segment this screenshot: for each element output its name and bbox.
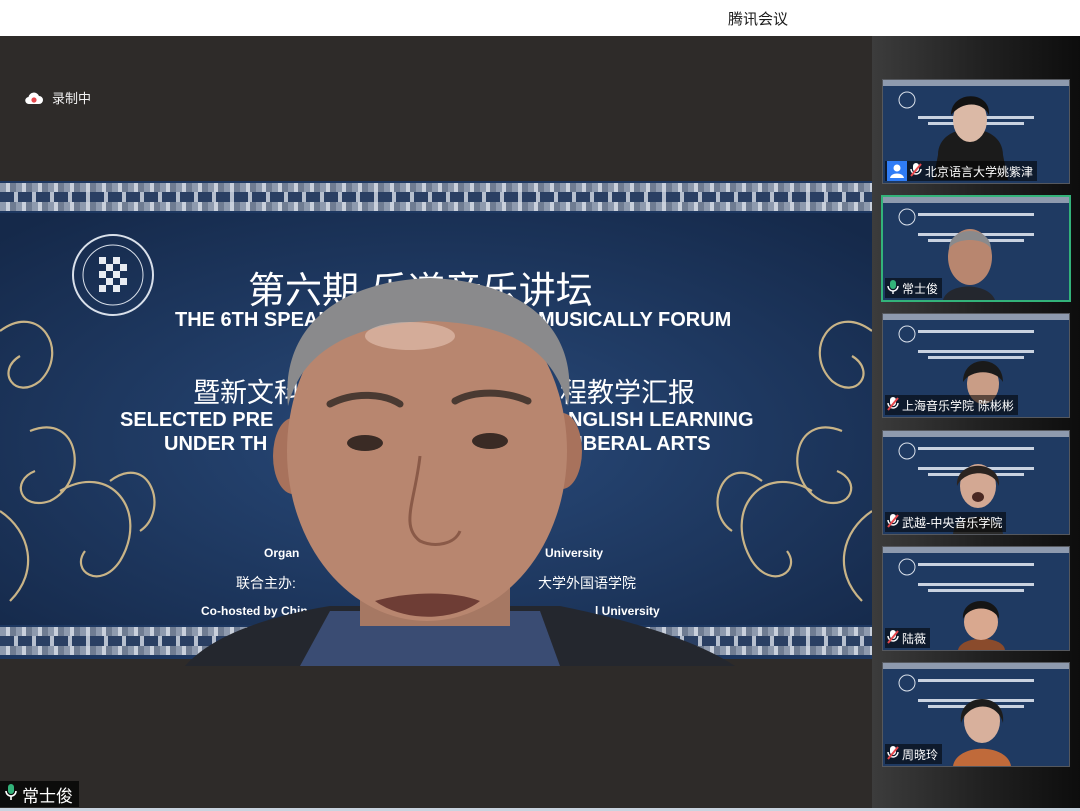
- participant-name: 陆薇: [902, 631, 927, 646]
- participant-tile[interactable]: 陆薇: [882, 546, 1070, 651]
- participant-name-bar: 北京语言大学姚紫津: [885, 161, 1038, 181]
- mic-on-icon: [4, 783, 18, 806]
- main-speaker-name-badge: 常士俊: [0, 781, 79, 807]
- participant-name-bar: 上海音乐学院 陈彬彬: [885, 395, 1018, 415]
- user-avatar-icon: [887, 161, 907, 181]
- participant-name: 上海音乐学院 陈彬彬: [902, 398, 1014, 413]
- mic-on-icon: [887, 279, 899, 298]
- participant-name: 常士俊: [902, 281, 939, 296]
- participant-name: 北京语言大学姚紫津: [925, 164, 1034, 179]
- participant-sidebar[interactable]: 北京语言大学姚紫津 常士俊 上海音乐学院 陈彬彬 武越-中央音乐学院 陆薇 周晓…: [872, 36, 1080, 808]
- participant-tile[interactable]: 周晓玲: [882, 662, 1070, 767]
- participant-tile[interactable]: 上海音乐学院 陈彬彬: [882, 313, 1070, 418]
- title-bar: 腾讯会议: [0, 0, 1080, 37]
- mic-muted-icon: [887, 396, 899, 415]
- main-speaker-name: 常士俊: [22, 786, 73, 807]
- mic-muted-icon: [887, 629, 899, 648]
- participant-tile[interactable]: 武越-中央音乐学院: [882, 430, 1070, 535]
- participant-name-bar: 陆薇: [885, 628, 931, 648]
- main-speaker-video: [185, 278, 735, 666]
- mic-muted-icon: [910, 162, 922, 181]
- participant-name-bar: 武越-中央音乐学院: [885, 512, 1007, 532]
- mic-muted-icon: [887, 513, 899, 532]
- app-title: 腾讯会议: [728, 10, 789, 28]
- participant-tile[interactable]: 北京语言大学姚紫津: [882, 79, 1070, 184]
- participant-name-bar: 常士俊: [885, 278, 943, 298]
- main-video-stage[interactable]: 录制中 第六期 THE 6TH SPEAK MUSICALLY FORUM 暨新…: [0, 36, 872, 808]
- participant-name: 武越-中央音乐学院: [902, 515, 1003, 530]
- mic-muted-icon: [887, 745, 899, 764]
- participant-tile-active[interactable]: 常士俊: [881, 195, 1071, 302]
- participant-name: 周晓玲: [902, 747, 939, 762]
- participant-name-bar: 周晓玲: [885, 744, 943, 764]
